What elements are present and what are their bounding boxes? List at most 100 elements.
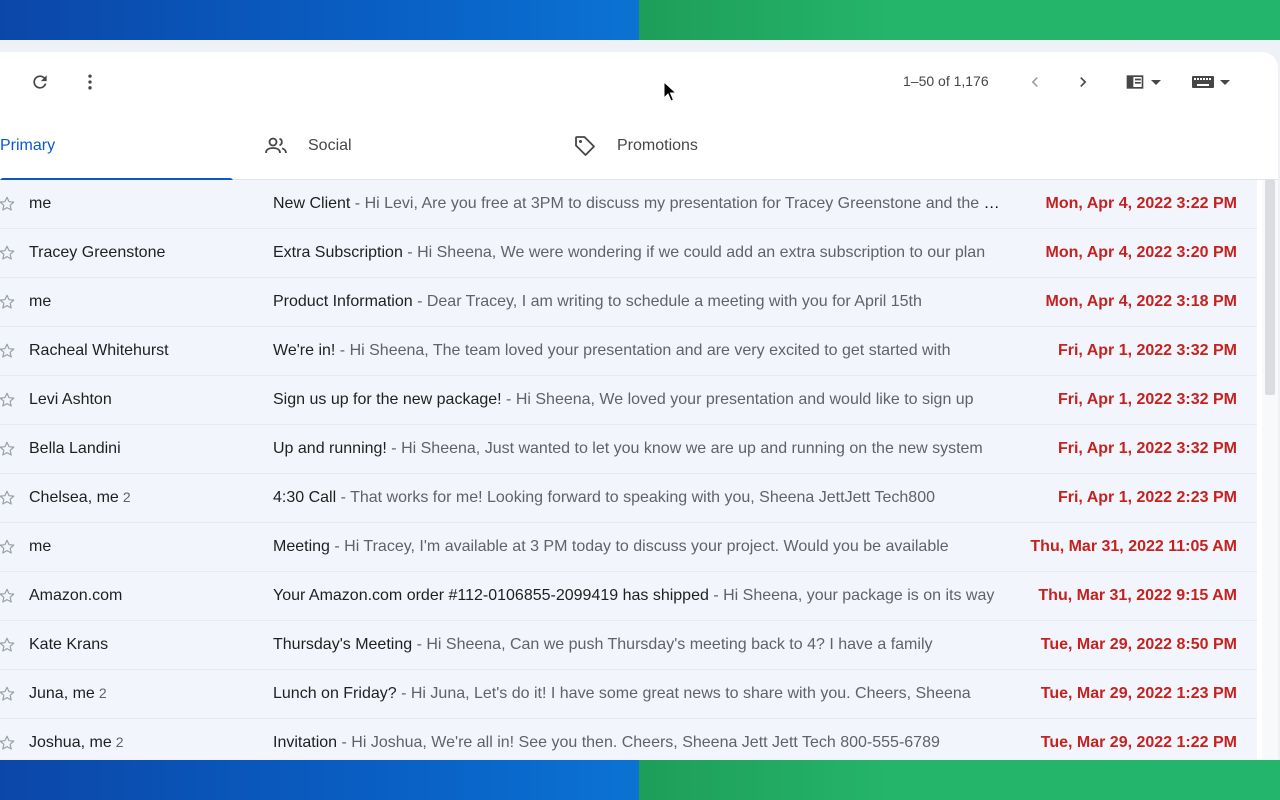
- star-icon[interactable]: [0, 489, 16, 507]
- email-snippet: - Hi Sheena, We loved your presentation …: [501, 391, 974, 408]
- thread-count: 2: [115, 734, 124, 750]
- thread-count: 2: [98, 685, 107, 701]
- email-date: Mon, Apr 4, 2022 3:20 PM: [1045, 244, 1237, 261]
- email-sender: Juna, me 2: [29, 685, 107, 703]
- email-date: Thu, Mar 31, 2022 11:05 AM: [1030, 538, 1237, 555]
- blue-band: [0, 760, 639, 800]
- tab-primary-label: Primary: [0, 137, 56, 154]
- sender-names: Levi Ashton: [29, 391, 112, 408]
- email-subject: Product Information: [273, 293, 413, 310]
- email-sender: Racheal Whitehurst: [29, 342, 173, 360]
- more-vert-icon: [88, 74, 92, 90]
- email-row[interactable]: me Meeting - Hi Tracey, I'm available at …: [0, 523, 1257, 572]
- email-snippet: - Hi Sheena, The team loved your present…: [335, 342, 951, 359]
- email-date: Fri, Apr 1, 2022 2:23 PM: [1057, 489, 1237, 506]
- star-icon[interactable]: [0, 587, 16, 605]
- email-content: Invitation - Hi Joshua, We're all in! Se…: [273, 734, 1001, 752]
- scrollbar[interactable]: [1262, 180, 1278, 760]
- sender-names: Joshua, me: [29, 734, 112, 751]
- email-row[interactable]: me Product Information - Dear Tracey, I a…: [0, 278, 1257, 327]
- email-row[interactable]: Levi Ashton Sign us up for the new packag…: [0, 376, 1257, 425]
- star-icon[interactable]: [0, 244, 16, 262]
- sender-names: Kate Krans: [29, 636, 109, 653]
- email-subject: Meeting: [273, 538, 330, 555]
- older-button[interactable]: [1063, 62, 1103, 102]
- email-date: Tue, Mar 29, 2022 8:50 PM: [1040, 636, 1237, 653]
- tab-primary[interactable]: Primary: [0, 112, 233, 181]
- email-snippet: - Hi Levi, Are you free at 3PM to discus…: [354, 195, 1001, 212]
- more-options-button[interactable]: [70, 62, 110, 102]
- tab-promotions[interactable]: Promotions: [573, 112, 698, 180]
- email-date: Fri, Apr 1, 2022 3:32 PM: [1057, 342, 1237, 359]
- email-content: Up and running! - Hi Sheena, Just wanted…: [273, 440, 1001, 458]
- sender-names: Juna, me: [29, 685, 95, 702]
- sender-names: Chelsea, me: [29, 489, 119, 506]
- refresh-icon: [33, 75, 47, 89]
- email-sender: me: [29, 195, 55, 213]
- email-row[interactable]: Juna, me 2 Lunch on Friday? - Hi Juna, Let…: [0, 670, 1257, 719]
- star-icon[interactable]: [0, 342, 16, 360]
- split-pane-button[interactable]: [1118, 62, 1168, 102]
- email-snippet: - Dear Tracey, I am writing to schedule …: [412, 293, 922, 310]
- keyboard-icon: [1192, 76, 1214, 88]
- chevron-down-icon: [1220, 79, 1230, 85]
- inbox-panel: 1–50 of 1,176 Primary Social Promotions …: [0, 52, 1278, 760]
- star-icon[interactable]: [0, 636, 16, 654]
- email-content: Thursday's Meeting - Hi Sheena, Can we p…: [273, 636, 1001, 654]
- email-sender: Kate Krans: [29, 636, 112, 654]
- email-subject: Your Amazon.com order #112-0106855-20994…: [273, 587, 709, 604]
- blue-band: [0, 0, 639, 40]
- email-row[interactable]: Bella Landini Up and running! - Hi Sheena…: [0, 425, 1257, 474]
- email-content: Extra Subscription - Hi Sheena, We were …: [273, 244, 1001, 262]
- email-snippet: - Hi Joshua, We're all in! See you then.…: [337, 734, 940, 751]
- mouse-cursor-icon: [663, 81, 677, 102]
- refresh-button[interactable]: [20, 62, 60, 102]
- email-date: Fri, Apr 1, 2022 3:32 PM: [1057, 440, 1237, 457]
- star-icon[interactable]: [0, 685, 16, 703]
- email-sender: me: [29, 293, 55, 311]
- split-pane-icon: [1126, 75, 1144, 89]
- email-sender: Tracey Greenstone: [29, 244, 169, 262]
- bottom-background-band: [0, 760, 1280, 800]
- green-band: [639, 0, 1280, 40]
- email-date: Tue, Mar 29, 2022 1:22 PM: [1040, 734, 1237, 751]
- star-icon[interactable]: [0, 734, 16, 752]
- email-row[interactable]: Racheal Whitehurst We're in! - Hi Sheena,…: [0, 327, 1257, 376]
- tab-social[interactable]: Social: [264, 112, 352, 180]
- star-icon[interactable]: [0, 440, 16, 458]
- email-date: Fri, Apr 1, 2022 3:32 PM: [1057, 391, 1237, 408]
- email-date: Mon, Apr 4, 2022 3:22 PM: [1045, 195, 1237, 212]
- email-row[interactable]: Amazon.com Your Amazon.com order #112-010…: [0, 572, 1257, 621]
- star-icon[interactable]: [0, 195, 16, 213]
- email-snippet: - Hi Tracey, I'm available at 3 PM today…: [329, 538, 949, 555]
- category-tabs: Primary Social Promotions: [0, 112, 1278, 181]
- email-sender: me: [29, 538, 55, 556]
- page-count[interactable]: 1–50 of 1,176: [903, 73, 989, 89]
- scrollbar-thumb[interactable]: [1265, 180, 1275, 395]
- newer-button[interactable]: [1015, 62, 1055, 102]
- email-snippet: - Hi Sheena, Can we push Thursday's meet…: [412, 636, 933, 653]
- inbox-toolbar: 1–50 of 1,176: [0, 52, 1278, 112]
- email-subject: Sign us up for the new package!: [273, 391, 502, 408]
- email-subject: New Client: [273, 195, 351, 212]
- email-content: Meeting - Hi Tracey, I'm available at 3 …: [273, 538, 1001, 556]
- email-row[interactable]: Chelsea, me 2 4:30 Call - That works for m…: [0, 474, 1257, 523]
- email-row[interactable]: Tracey Greenstone Extra Subscription - Hi…: [0, 229, 1257, 278]
- sender-names: me: [29, 293, 52, 310]
- email-row[interactable]: Joshua, me 2 Invitation - Hi Joshua, We're…: [0, 719, 1257, 760]
- sender-names: Amazon.com: [29, 587, 123, 604]
- star-icon[interactable]: [0, 391, 16, 409]
- email-row[interactable]: me New Client - Hi Levi, Are you free at …: [0, 180, 1257, 229]
- email-content: New Client - Hi Levi, Are you free at 3P…: [273, 195, 1001, 213]
- email-row[interactable]: Kate Krans Thursday's Meeting - Hi Sheena…: [0, 621, 1257, 670]
- email-content: 4:30 Call - That works for me! Looking f…: [273, 489, 1001, 507]
- input-tools-button[interactable]: [1186, 62, 1236, 102]
- email-sender: Amazon.com: [29, 587, 126, 605]
- email-list: me New Client - Hi Levi, Are you free at …: [0, 180, 1257, 760]
- email-content: Your Amazon.com order #112-0106855-20994…: [273, 587, 1001, 605]
- star-icon[interactable]: [0, 293, 16, 311]
- star-icon[interactable]: [0, 538, 16, 556]
- sender-names: Tracey Greenstone: [29, 244, 166, 261]
- people-icon: [264, 134, 288, 158]
- sender-names: Racheal Whitehurst: [29, 342, 169, 359]
